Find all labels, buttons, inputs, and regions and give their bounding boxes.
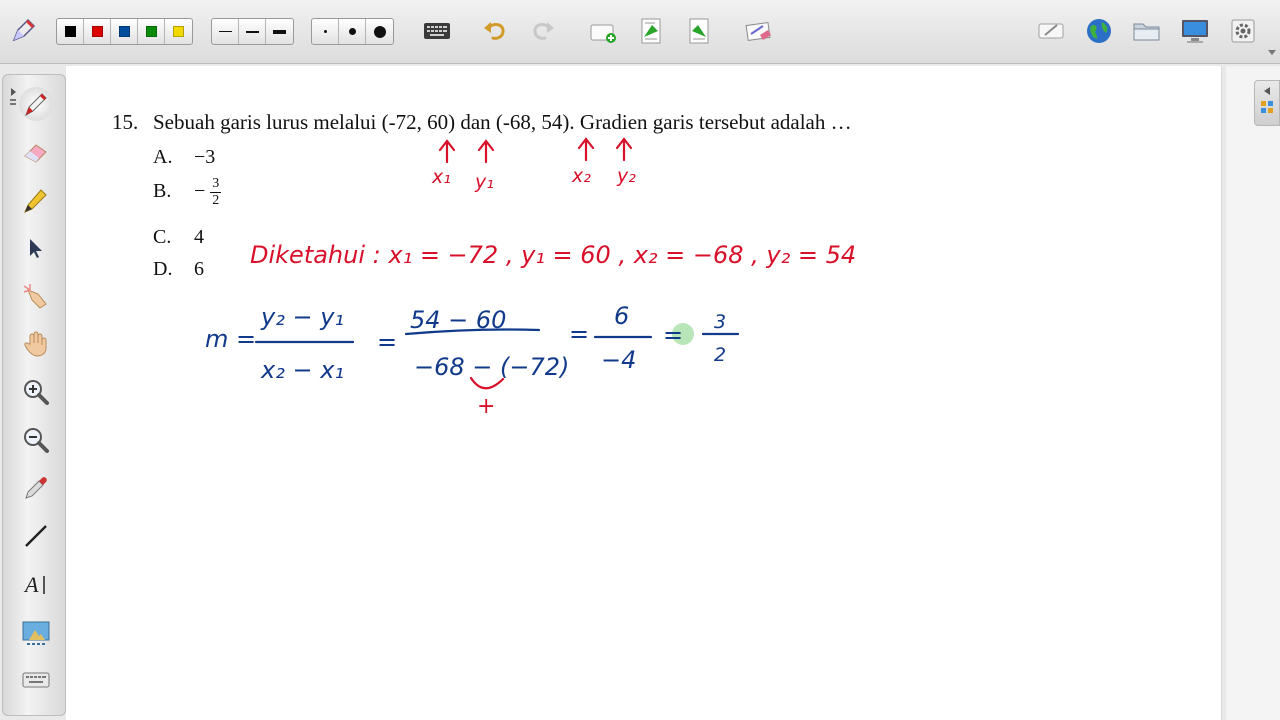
side-panel-toggle[interactable] <box>1254 80 1280 126</box>
arrow-x2-icon <box>577 137 595 162</box>
toolbar-overflow-arrow-icon[interactable] <box>1268 50 1276 55</box>
color-swatch <box>64 26 76 37</box>
label-y1: y₁ <box>474 171 494 193</box>
pen-tool-icon[interactable] <box>8 16 38 46</box>
red-ink-labels: x₁ y₁ x₂ y₂ Diketahui : x₁ = −72 , y₁ = … <box>250 165 856 269</box>
ink-annotation-layer: x₁ y₁ x₂ y₂ Diketahui : x₁ = −72 , y₁ = … <box>205 137 856 419</box>
color-swatch <box>173 26 184 37</box>
capture-icon[interactable] <box>19 615 53 649</box>
laser-pointer-icon[interactable] <box>19 279 53 313</box>
fraction1-numerator: y₂ − y₁ <box>260 303 344 331</box>
equals-3: = <box>569 320 589 348</box>
label-x2: x₂ <box>571 165 591 187</box>
desktop-icon[interactable] <box>1180 16 1210 46</box>
virtual-keyboard-icon[interactable] <box>19 663 53 697</box>
color-green-button[interactable] <box>138 19 165 44</box>
line-width-medium-button[interactable] <box>239 19 266 44</box>
red-ink-arrows <box>438 137 633 164</box>
zoom-in-icon[interactable] <box>19 375 53 409</box>
label-x1: x₁ <box>431 166 451 188</box>
color-black-button[interactable] <box>57 19 84 44</box>
keyboard-icon[interactable] <box>422 16 452 46</box>
fraction4-numerator: 3 <box>714 311 726 333</box>
right-side-panel <box>1226 66 1280 720</box>
folder-icon[interactable] <box>1132 16 1162 46</box>
eraser-icon[interactable] <box>19 135 53 169</box>
rename-icon[interactable] <box>1036 16 1066 46</box>
m-equals: m = <box>205 325 256 353</box>
zoom-out-icon[interactable] <box>19 423 53 457</box>
whiteboard-page[interactable]: 15. Sebuah garis lurus melalui (-72, 60) … <box>66 66 1222 720</box>
color-swatch <box>145 26 157 37</box>
color-red-button[interactable] <box>84 19 111 44</box>
previous-page-icon[interactable] <box>636 16 666 46</box>
collapse-panel-icon[interactable] <box>9 85 19 107</box>
pen-color-palette <box>56 18 193 45</box>
clear-page-icon[interactable] <box>743 16 773 46</box>
label-y2: y₂ <box>616 165 636 187</box>
equals-4: = <box>663 321 683 349</box>
line-width-thick-button[interactable] <box>266 19 293 44</box>
pen-icon[interactable] <box>19 87 53 121</box>
redo-icon[interactable] <box>528 16 558 46</box>
fraction3-numerator: 6 <box>614 302 629 330</box>
point-medium-dot <box>348 28 356 35</box>
line-width-selector <box>211 18 294 45</box>
pointer-icon[interactable] <box>19 231 53 265</box>
point-large-dot <box>373 25 386 38</box>
point-size-selector <box>311 18 394 45</box>
arrow-y1-icon <box>477 139 495 164</box>
top-toolbar <box>0 0 1280 64</box>
svg-text:A: A <box>23 572 39 597</box>
point-large-button[interactable] <box>366 19 393 44</box>
color-yellow-button[interactable] <box>165 19 192 44</box>
color-blue-button[interactable] <box>111 19 138 44</box>
plus-sign: + <box>477 394 495 419</box>
fraction4-denominator: 2 <box>714 344 726 366</box>
color-picker-icon[interactable] <box>19 471 53 505</box>
point-small-dot <box>323 30 327 33</box>
arrow-y2-icon <box>615 137 633 162</box>
text-tool-icon[interactable]: A <box>19 567 53 601</box>
line-medium-sample <box>245 30 259 33</box>
undo-icon[interactable] <box>480 16 510 46</box>
add-page-icon[interactable] <box>588 16 618 46</box>
fraction2-denominator: −68 − (−72) <box>414 353 569 381</box>
web-globe-icon[interactable] <box>1084 16 1114 46</box>
line-width-thin-button[interactable] <box>212 19 239 44</box>
fraction3-denominator: −4 <box>601 346 636 374</box>
next-page-icon[interactable] <box>684 16 714 46</box>
point-medium-button[interactable] <box>339 19 366 44</box>
fraction1-denominator: x₂ − x₁ <box>260 356 344 384</box>
color-swatch <box>118 26 130 37</box>
color-swatch <box>91 26 103 37</box>
diketahui-line: Diketahui : x₁ = −72 , y₁ = 60 , x₂ = −6… <box>250 241 856 269</box>
point-small-button[interactable] <box>312 19 339 44</box>
hand-icon[interactable] <box>19 327 53 361</box>
line-thick-sample <box>273 29 286 34</box>
line-thin-sample <box>218 31 232 32</box>
highlighter-icon[interactable] <box>19 183 53 217</box>
arrow-x1-icon <box>438 139 456 164</box>
line-icon[interactable] <box>19 519 53 553</box>
equals-2: = <box>377 328 397 356</box>
left-tool-panel: A <box>2 74 66 716</box>
settings-icon[interactable] <box>1228 16 1258 46</box>
